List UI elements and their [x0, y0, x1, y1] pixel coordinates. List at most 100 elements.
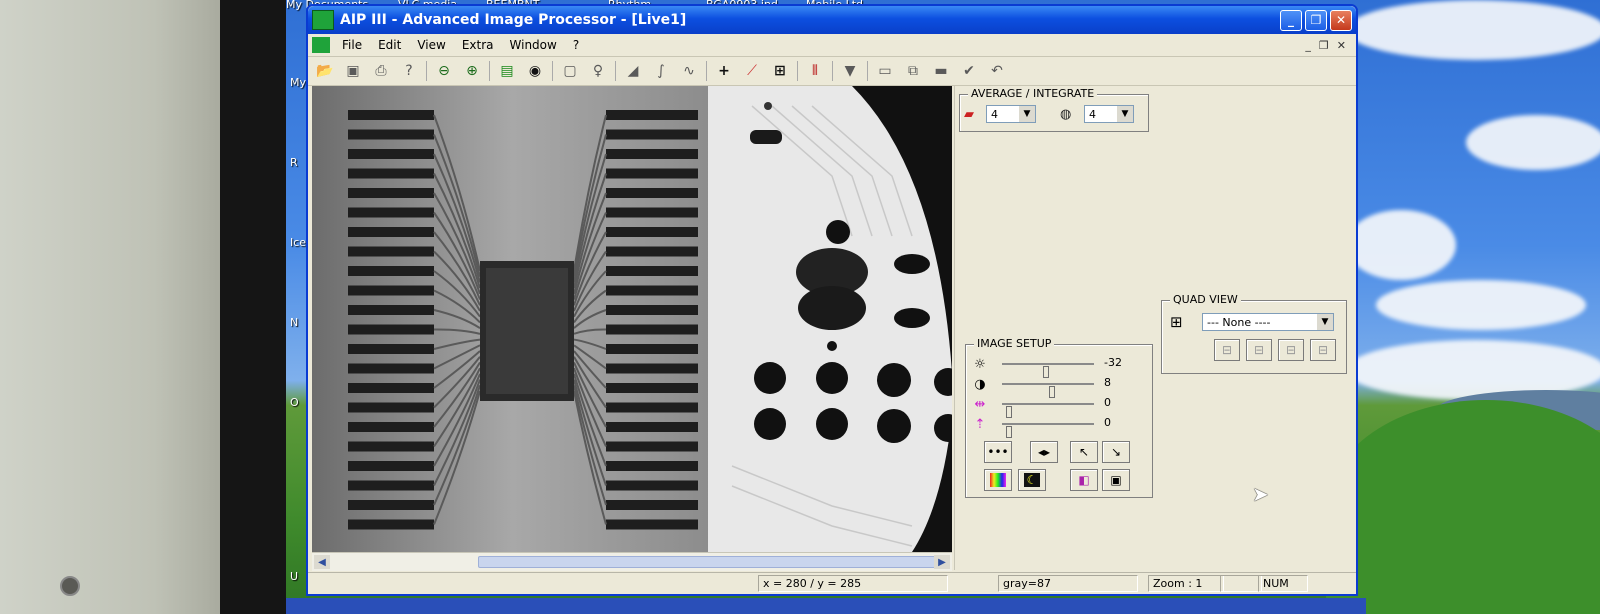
lead-finger-right: [606, 480, 698, 491]
menu-file[interactable]: File: [334, 38, 370, 52]
integrate-icon: ◍: [1060, 107, 1072, 122]
curve-icon[interactable]: ∫: [650, 60, 672, 82]
toolbar: 📂 ▣ ⎙ ? ⊖ ⊕ ▤ ◉ ▢ ♀ ◢ ∫ ∿ + ⟋ ⊞ ⦀ ▼ ▭ ⧉ …: [308, 57, 1356, 86]
maximize-button[interactable]: ❐: [1305, 9, 1327, 31]
moon-button[interactable]: ☾: [1018, 469, 1046, 491]
invert-icon: ◧: [1078, 473, 1090, 487]
gamma-slider[interactable]: [1002, 403, 1094, 418]
profile-icon[interactable]: ⟋: [741, 60, 763, 82]
average-dropdown[interactable]: 4 ▼: [986, 105, 1036, 123]
desktop-label[interactable]: Ice: [290, 236, 306, 249]
zoom-out-icon[interactable]: ⊖: [433, 60, 455, 82]
undo-icon[interactable]: ↶: [986, 60, 1008, 82]
menu-window[interactable]: Window: [502, 38, 565, 52]
desktop-label[interactable]: O: [290, 396, 299, 409]
crosshair-icon[interactable]: +: [713, 60, 735, 82]
lead-finger-left: [348, 285, 434, 296]
quad-grid-icon[interactable]: ⊞: [769, 60, 791, 82]
lead-finger-right: [606, 285, 698, 296]
quad-slot-3-button[interactable]: ⊟: [1278, 339, 1304, 361]
live-image-view[interactable]: [312, 86, 952, 552]
desktop-label[interactable]: N: [290, 316, 298, 329]
scroll-right-icon[interactable]: ▶: [934, 555, 950, 569]
zoom-in-icon[interactable]: ⊕: [461, 60, 483, 82]
cursor-icon: ↖: [1078, 445, 1090, 459]
title-bar[interactable]: AIP III - Advanced Image Processor - [Li…: [308, 6, 1356, 34]
gamma-value: 0: [1104, 396, 1111, 409]
palette-button[interactable]: [984, 469, 1012, 491]
quad-slot-2-button[interactable]: ⊟: [1246, 339, 1272, 361]
flip-icon: ◂▸: [1037, 445, 1051, 459]
ramp-icon[interactable]: ◢: [622, 60, 644, 82]
lead-finger-right: [606, 500, 698, 510]
desktop-label[interactable]: R: [290, 156, 298, 169]
camera-capture-icon[interactable]: ◉: [524, 60, 546, 82]
cube-button[interactable]: ▣: [1102, 469, 1130, 491]
quad-view-dropdown[interactable]: --- None ---- ▼: [1202, 313, 1334, 331]
contrast-icon: ◑: [974, 376, 986, 392]
lead-finger-left: [348, 129, 434, 140]
menu-view[interactable]: View: [409, 38, 453, 52]
brightness-slider-row: ☼ -32: [972, 355, 1152, 378]
mdi-minimize-button[interactable]: _: [1305, 39, 1311, 52]
check-icon[interactable]: ✔: [958, 60, 980, 82]
offset-slider[interactable]: [1002, 423, 1094, 438]
lead-finger-right: [606, 383, 698, 393]
lead-finger-left: [348, 266, 434, 276]
image-setup-title: IMAGE SETUP: [974, 337, 1055, 350]
contrast-slider[interactable]: [1002, 383, 1094, 398]
chevron-down-icon: ▼: [1019, 106, 1035, 122]
scroll-left-icon[interactable]: ◀: [314, 555, 330, 569]
integrate-dropdown[interactable]: 4 ▼: [1084, 105, 1134, 123]
brightness-value: -32: [1104, 356, 1122, 369]
lead-finger-right: [606, 363, 698, 374]
average-camera-icon: ▰: [964, 107, 974, 122]
lead-finger-left: [348, 383, 434, 393]
flip-button[interactable]: ◂▸: [1030, 441, 1058, 463]
quad-view-group: QUAD VIEW ⊞ --- None ---- ▼ ⊟ ⊟ ⊟ ⊟: [1161, 293, 1347, 374]
probe-icon[interactable]: ♀: [587, 60, 609, 82]
contrast-value: 8: [1104, 376, 1111, 389]
lead-finger-right: [606, 461, 698, 471]
folder-open-icon[interactable]: 📂: [314, 60, 336, 82]
cursor-alt-button[interactable]: ↘: [1102, 441, 1130, 463]
help-icon[interactable]: ?: [398, 60, 420, 82]
slider-thumb[interactable]: [1006, 426, 1013, 438]
brightness-slider[interactable]: [1002, 363, 1094, 378]
compare-icon[interactable]: ⧉: [902, 60, 924, 82]
menu-extra[interactable]: Extra: [454, 38, 502, 52]
close-button[interactable]: ✕: [1330, 9, 1352, 31]
monitor-bezel-left: [220, 0, 286, 614]
live-camera-icon[interactable]: ▤: [496, 60, 518, 82]
menu-help[interactable]: ?: [565, 38, 587, 52]
minimize-button[interactable]: _: [1280, 9, 1302, 31]
lead-finger-left: [348, 168, 434, 179]
scroll-thumb[interactable]: [478, 556, 938, 568]
curve-alt-icon[interactable]: ∿: [678, 60, 700, 82]
lead-finger-left: [348, 422, 434, 432]
quad-slot-4-button[interactable]: ⊟: [1310, 339, 1336, 361]
stripes-icon[interactable]: ⦀: [804, 60, 826, 82]
gray-readout: gray=87: [998, 575, 1138, 592]
filter-icon[interactable]: ▼: [839, 60, 861, 82]
window-title: AIP III - Advanced Image Processor - [Li…: [340, 12, 687, 28]
cursor-button[interactable]: ↖: [1070, 441, 1098, 463]
print-icon[interactable]: ⎙: [370, 60, 392, 82]
dots-button[interactable]: •••: [984, 441, 1012, 463]
menu-edit[interactable]: Edit: [370, 38, 409, 52]
quad-slot-1-button[interactable]: ⊟: [1214, 339, 1240, 361]
panel-icon[interactable]: ▭: [874, 60, 896, 82]
desktop-label[interactable]: My: [290, 76, 306, 89]
gamma-icon: ⇹: [974, 396, 986, 412]
lead-finger-right: [606, 519, 698, 530]
lead-finger-left: [348, 246, 434, 257]
desktop-label[interactable]: U: [290, 570, 298, 583]
horizontal-scrollbar[interactable]: ◀ ▶: [312, 552, 952, 571]
lead-finger-left: [348, 344, 434, 354]
invert-button[interactable]: ◧: [1070, 469, 1098, 491]
save-icon[interactable]: ▣: [342, 60, 364, 82]
flat-icon[interactable]: ▬: [930, 60, 952, 82]
snapshot-icon[interactable]: ▢: [559, 60, 581, 82]
mdi-close-button[interactable]: ✕: [1337, 39, 1346, 52]
mdi-restore-button[interactable]: ❐: [1319, 39, 1329, 52]
